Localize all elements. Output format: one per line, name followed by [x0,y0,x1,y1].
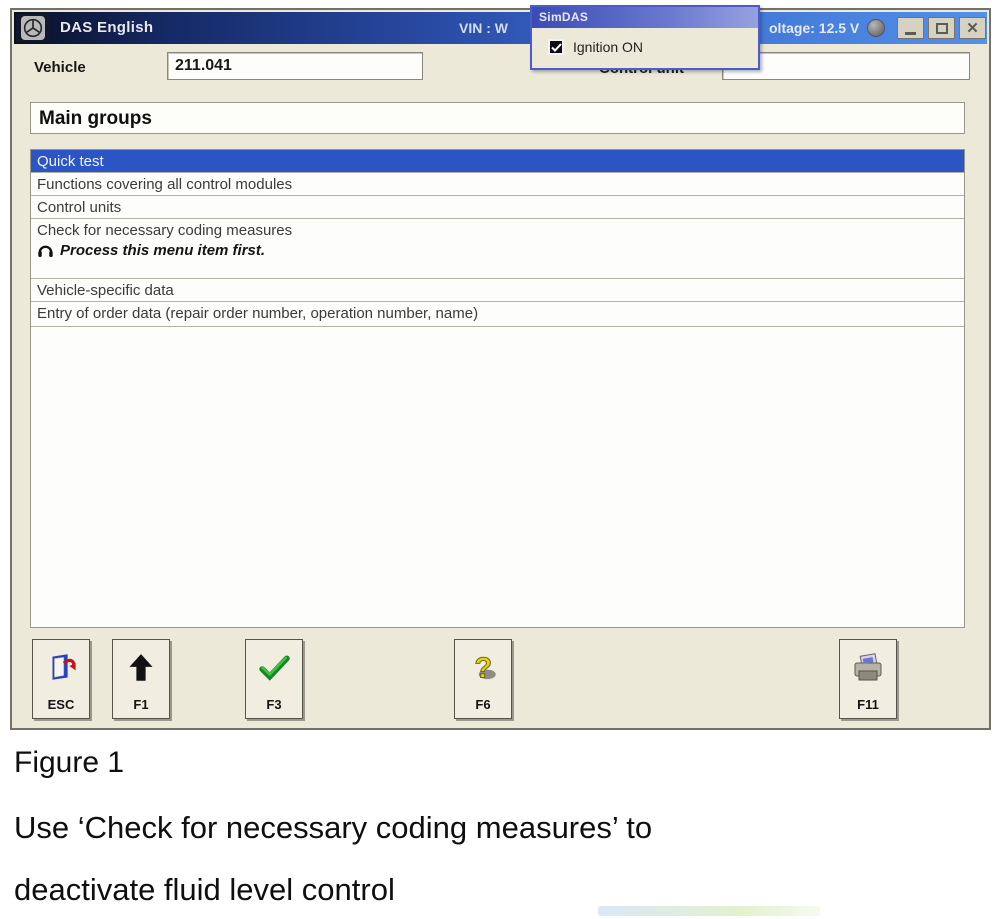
figure-caption-title: Figure 1 [14,746,124,780]
titlebar: DAS English VIN : W oltage: 12.5 V ✕ [14,12,987,44]
checkmark-icon [551,43,562,52]
mercedes-star-icon [21,16,45,40]
figure-caption-line3: deactivate fluid level control [14,872,395,908]
das-window: DAS English VIN : W oltage: 12.5 V ✕ Veh… [10,8,991,730]
esc-label: ESC [48,697,75,712]
headset-icon [37,243,54,258]
maximize-icon [936,23,948,34]
list-item-entry-order-data[interactable]: Entry of order data (repair order number… [31,302,964,327]
list-item-control-units[interactable]: Control units [31,196,964,219]
help-question-icon: ? [465,650,501,686]
f3-button[interactable]: F3 [245,639,303,719]
f1-button[interactable]: F1 [112,639,170,719]
globe-icon [867,19,885,37]
f3-label: F3 [266,697,281,712]
ignition-on-checkbox[interactable] [548,39,564,55]
vehicle-label: Vehicle [34,59,86,76]
bottom-accent-strip [598,906,820,916]
list-item-quick-test[interactable]: Quick test [31,150,964,173]
note-text: Process this menu item first. [60,242,265,259]
minimize-icon [905,32,916,35]
list-item-check-coding-measures[interactable]: Check for necessary coding measures Proc… [31,219,964,279]
list-item-vehicle-specific-data[interactable]: Vehicle-specific data [31,279,964,302]
ignition-on-label: Ignition ON [573,39,643,55]
vin-text: VIN : W [459,20,508,36]
green-check-icon [256,650,292,686]
up-arrow-icon [123,650,159,686]
close-button[interactable]: ✕ [959,17,986,39]
battery-voltage-text: oltage: 12.5 V [769,20,859,36]
f11-label: F11 [857,697,879,712]
minimize-button[interactable] [897,17,924,39]
close-icon: ✕ [966,21,979,36]
main-groups-list: Quick test Functions covering all contro… [30,149,965,628]
f6-button[interactable]: ? F6 [454,639,512,719]
f6-label: F6 [475,697,490,712]
mercedes-logo-box [16,14,50,42]
simdas-popup: SimDAS Ignition ON [530,5,760,70]
svg-text:?: ? [475,653,493,685]
exit-door-icon [43,650,79,686]
vehicle-input[interactable]: 211.041 [167,52,423,80]
window-title: DAS English [60,19,153,36]
simdas-popup-body: Ignition ON [532,28,758,55]
f1-label: F1 [133,697,148,712]
main-groups-header: Main groups [30,102,965,134]
f11-button[interactable]: F11 [839,639,897,719]
list-item-functions-all-modules[interactable]: Functions covering all control modules [31,173,964,196]
printer-icon [850,650,886,686]
note-line: Process this menu item first. [31,241,964,263]
simdas-popup-titlebar[interactable]: SimDAS [532,7,758,28]
figure-caption-line2: Use ‘Check for necessary coding measures… [14,810,652,846]
maximize-button[interactable] [928,17,955,39]
esc-button[interactable]: ESC [32,639,90,719]
